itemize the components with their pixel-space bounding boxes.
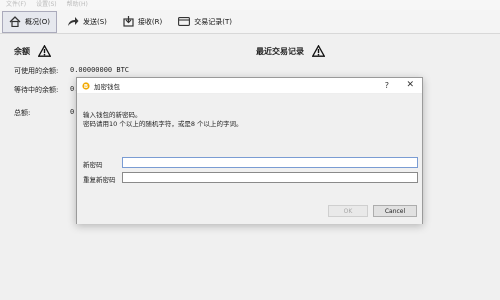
tab-overview-label: 概况(O) xyxy=(25,17,50,26)
available-value: 0.00000000 BTC xyxy=(70,66,130,74)
receive-icon xyxy=(123,16,134,27)
close-button[interactable]: ✕ xyxy=(406,80,414,90)
home-icon xyxy=(9,16,21,27)
svg-text:B: B xyxy=(84,84,88,90)
tab-transactions-label: 交易记录(T) xyxy=(194,17,232,26)
bitcoin-icon: B xyxy=(82,81,90,90)
help-button[interactable]: ? xyxy=(385,81,389,90)
menu-bar: 文件(F) 设置(S) 帮助(H) xyxy=(0,0,500,10)
menu-help[interactable]: 帮助(H) xyxy=(67,0,88,10)
transactions-icon xyxy=(178,17,191,26)
dialog-titlebar[interactable]: B 加密钱包 xyxy=(77,78,422,94)
tab-send[interactable]: 发送(S) xyxy=(61,11,113,33)
balance-heading: 余额 xyxy=(14,45,51,57)
instruction-line-2: 密码请用10 个以上的随机字符，或是8 个以上的字词。 xyxy=(83,120,243,128)
warning-icon[interactable] xyxy=(38,45,51,57)
repeat-password-label: 重复新密码 xyxy=(83,176,116,184)
recent-title: 最近交易记录 xyxy=(256,46,304,56)
repeat-password-field[interactable] xyxy=(122,172,418,183)
pending-label: 等待中的余额: xyxy=(14,86,59,94)
send-arrow-icon xyxy=(67,17,79,26)
dialog-title: 加密钱包 xyxy=(94,82,120,91)
encrypt-wallet-dialog: B 加密钱包 ? ✕ 输入钱包的新密码。 密码请用10 个以上的随机字符，或是8… xyxy=(76,77,423,224)
balance-title: 余额 xyxy=(14,46,30,56)
warning-icon[interactable] xyxy=(312,45,325,57)
recent-transactions-heading: 最近交易记录 xyxy=(256,45,325,57)
dialog-instructions: 输入钱包的新密码。 密码请用10 个以上的随机字符，或是8 个以上的字词。 xyxy=(83,111,243,129)
tab-receive[interactable]: 接收(R) xyxy=(117,11,168,33)
tab-send-label: 发送(S) xyxy=(82,17,107,26)
tab-receive-label: 接收(R) xyxy=(137,17,163,26)
ok-button[interactable]: OK xyxy=(328,205,368,217)
cancel-button[interactable]: Cancel xyxy=(373,205,417,217)
toolbar: 概况(O) 发送(S) 接收(R) 交易记录(T) xyxy=(0,10,500,34)
tab-overview[interactable]: 概况(O) xyxy=(2,10,57,33)
available-label: 可使用的余额: xyxy=(14,67,59,75)
instruction-line-1: 输入钱包的新密码。 xyxy=(83,111,142,119)
menu-settings[interactable]: 设置(S) xyxy=(36,0,57,10)
new-password-label: 新密码 xyxy=(83,161,103,169)
dialog-body: 输入钱包的新密码。 密码请用10 个以上的随机字符，或是8 个以上的字词。 新密… xyxy=(77,94,422,224)
tab-transactions[interactable]: 交易记录(T) xyxy=(172,11,238,33)
total-value: 0 xyxy=(70,108,75,116)
new-password-field[interactable] xyxy=(122,157,418,168)
menu-file[interactable]: 文件(F) xyxy=(6,0,26,10)
total-label: 总额: xyxy=(14,109,31,117)
